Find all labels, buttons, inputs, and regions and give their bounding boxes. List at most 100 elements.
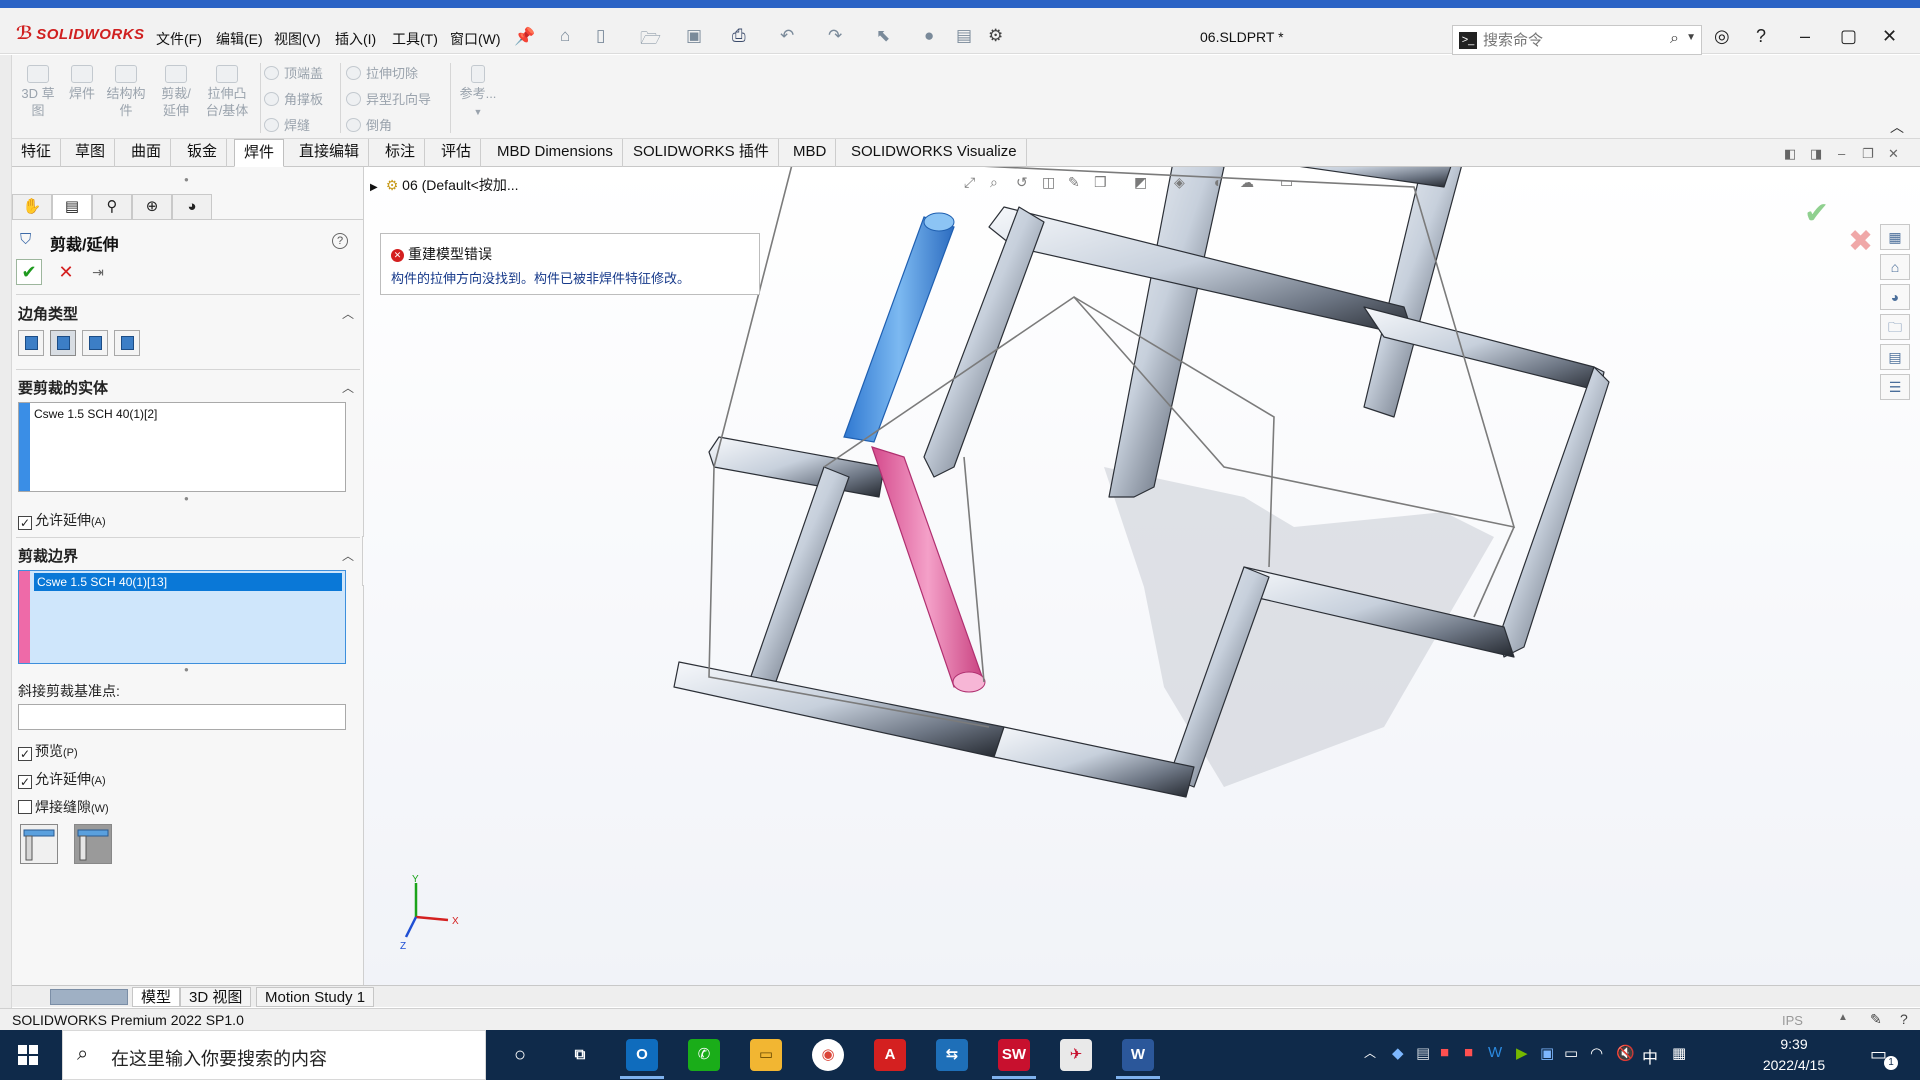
battery-icon[interactable]: ▭ xyxy=(1564,1044,1578,1062)
close-button[interactable]: ✕ xyxy=(1882,26,1897,47)
display-style-icon[interactable]: ◩ xyxy=(1134,174,1147,191)
keep-visible-pin-icon[interactable]: ⇥ xyxy=(86,259,110,285)
tab-surfaces[interactable]: 曲面 xyxy=(122,139,172,167)
user-account-icon[interactable]: ◎ xyxy=(1714,26,1730,47)
solidworks-rx-icon[interactable]: ■ xyxy=(1464,1044,1473,1061)
ribbon-structural-member-button[interactable]: 结构构件 xyxy=(106,65,146,119)
confirm-ok-icon[interactable]: ✔ xyxy=(1804,196,1829,231)
custom-properties-icon[interactable]: ☰ xyxy=(1880,374,1910,400)
list-item[interactable]: Cswe 1.5 SCH 40(1)[2] xyxy=(34,407,157,421)
ime-language[interactable]: 中 xyxy=(1642,1044,1658,1068)
pin-menu-icon[interactable]: 📌 xyxy=(514,27,535,47)
zoom-to-area-icon[interactable]: ⌕ xyxy=(990,174,998,191)
edit-appearance-icon[interactable]: ◐ xyxy=(1214,174,1222,190)
save-icon[interactable]: ▣ xyxy=(686,26,702,46)
chrome-icon[interactable]: ◉ xyxy=(812,1039,844,1071)
menu-window[interactable]: 窗口(W) xyxy=(450,29,501,49)
previous-view-icon[interactable]: ↺ xyxy=(1016,174,1028,191)
ribbon-gusset-button[interactable]: 角撑板 xyxy=(264,89,323,108)
menu-insert[interactable]: 插入(I) xyxy=(335,29,376,49)
volume-muted-icon[interactable]: 🔇 xyxy=(1616,1044,1635,1062)
bodies-to-trim-list[interactable]: Cswe 1.5 SCH 40(1)[2] xyxy=(18,402,346,492)
nvidia-icon[interactable]: ▶ xyxy=(1516,1044,1528,1062)
ribbon-end-cap-button[interactable]: 顶端盖 xyxy=(264,63,323,82)
tile-left-icon[interactable]: ◧ xyxy=(1784,146,1796,162)
view-orientation-icon[interactable]: ❒ xyxy=(1094,174,1107,191)
list-item-selected[interactable]: Cswe 1.5 SCH 40(1)[13] xyxy=(34,573,342,591)
miter-trim-base-field[interactable] xyxy=(18,704,346,730)
appearances-icon[interactable]: ◕ xyxy=(1880,284,1910,310)
tab-mbd-dimensions[interactable]: MBD Dimensions xyxy=(488,139,623,167)
wechat-icon[interactable]: ✆ xyxy=(688,1039,720,1071)
weld-gap-checkbox[interactable]: 焊接缝隙(W) xyxy=(18,797,109,817)
rebuild-icon[interactable]: ● xyxy=(924,26,934,46)
allow-extension-boundary-checkbox[interactable]: ✓ 允许延伸(A) xyxy=(18,769,106,789)
end-butt2-icon[interactable] xyxy=(114,330,140,356)
tab-weldments[interactable]: 焊件 xyxy=(234,139,285,167)
ribbon-extruded-boss-button[interactable]: 拉伸凸 台/基体 xyxy=(202,65,252,119)
word-icon[interactable]: W xyxy=(1122,1039,1154,1071)
tab-solidworks-addins[interactable]: SOLIDWORKS 插件 xyxy=(624,139,779,167)
tree-root-label[interactable]: 06 (Default<按加... xyxy=(402,177,518,193)
help-circle-icon[interactable]: ? xyxy=(1900,1011,1908,1027)
tile-right-icon[interactable]: ◨ xyxy=(1810,146,1822,162)
ok-button[interactable]: ✔ xyxy=(16,259,42,285)
end-butt1-icon[interactable] xyxy=(82,330,108,356)
maximize-button[interactable]: ▢ xyxy=(1840,26,1857,47)
ribbon-hole-wizard-button[interactable]: 异型孔向导 xyxy=(346,89,431,108)
unit-system[interactable]: IPS xyxy=(1782,1013,1803,1028)
open-file-icon[interactable]: 🗁 xyxy=(640,26,661,55)
pm-help-icon[interactable]: ? xyxy=(332,233,348,249)
taskbar-search-box[interactable]: ⌕ 在这里输入你要搜索的内容 xyxy=(62,1030,486,1080)
displaymanager-tab-icon[interactable]: ◕ xyxy=(172,194,212,220)
undo-icon[interactable]: ↶ xyxy=(780,26,794,46)
tab-evaluate[interactable]: 评估 xyxy=(432,139,482,167)
solidworks-visualize-icon[interactable]: ✈ xyxy=(1060,1039,1092,1071)
tab-model[interactable]: 模型 xyxy=(132,987,181,1007)
flyout-feature-tree[interactable]: ▶ ⚙ 06 (Default<按加... xyxy=(370,175,518,195)
end-trim-icon[interactable] xyxy=(18,330,44,356)
panel-grip[interactable]: ● xyxy=(184,175,189,184)
allow-extension-checkbox[interactable]: ✓ 允许延伸(A) xyxy=(18,510,106,530)
tab-markup[interactable]: 标注 xyxy=(376,139,426,167)
options-gear-icon[interactable]: ⚙ xyxy=(988,26,1003,46)
tab-3d-views[interactable]: 3D 视图 xyxy=(180,987,252,1007)
solidworks-resources-icon[interactable]: ▦ xyxy=(1880,224,1910,250)
expand-arrow-icon[interactable]: ▶ xyxy=(370,182,378,193)
tray-overflow-icon[interactable]: ︿ xyxy=(1364,1044,1376,1061)
new-document-icon[interactable]: ▯ xyxy=(596,26,605,46)
cancel-button[interactable]: ✕ xyxy=(54,259,78,285)
solidworks-logo[interactable]: ℬ SOLIDWORKS xyxy=(16,23,145,44)
dimxpertmanager-tab-icon[interactable]: ⊕ xyxy=(132,194,172,220)
list-resize-grip[interactable]: ● xyxy=(184,494,189,503)
menu-view[interactable]: 视图(V) xyxy=(274,29,321,49)
task-view-icon[interactable]: ⧉ xyxy=(564,1039,596,1071)
wifi-icon[interactable]: ◠ xyxy=(1590,1044,1603,1062)
search-commands-box[interactable]: >_ ⌕ ▼ xyxy=(1452,25,1702,55)
home-taskpane-icon[interactable]: ⌂ xyxy=(1880,254,1910,280)
end-miter-icon[interactable] xyxy=(50,330,76,356)
tab-direct-editing[interactable]: 直接编辑 xyxy=(290,139,370,167)
chevron-down-icon[interactable]: ▼ xyxy=(1686,32,1696,43)
apply-scene-icon[interactable]: ☁ xyxy=(1240,174,1254,191)
doc-minimize-button[interactable]: – xyxy=(1838,146,1845,161)
tab-sheet-metal[interactable]: 钣金 xyxy=(178,139,228,167)
home-icon[interactable]: ⌂ xyxy=(560,26,570,46)
trim-boundary-collapse-icon[interactable]: ︿ xyxy=(342,547,354,564)
outlook-icon[interactable]: O xyxy=(626,1039,658,1071)
planar-trim-icon[interactable] xyxy=(20,824,58,864)
doc-restore-button[interactable]: ❐ xyxy=(1862,146,1874,162)
tab-solidworks-visualize[interactable]: SOLIDWORKS Visualize xyxy=(842,139,1027,167)
corner-type-collapse-icon[interactable]: ︿ xyxy=(342,305,354,322)
file-explorer-taskbar-icon[interactable]: ▭ xyxy=(750,1039,782,1071)
view-palette-icon[interactable]: ▤ xyxy=(1880,344,1910,370)
file-explorer-icon[interactable]: 🗀 xyxy=(1880,314,1910,340)
ribbon-extruded-cut-button[interactable]: 拉伸切除 xyxy=(346,63,418,82)
bodies-to-trim-collapse-icon[interactable]: ︿ xyxy=(342,379,354,396)
file-properties-icon[interactable]: ▤ xyxy=(956,26,972,46)
tray-app-icon[interactable]: ▤ xyxy=(1416,1044,1430,1062)
acrobat-icon[interactable]: A xyxy=(874,1039,906,1071)
select-pointer-icon[interactable]: ⬉ xyxy=(876,26,890,46)
solidworks-tray-icon[interactable]: ■ xyxy=(1440,1044,1449,1061)
tab-features[interactable]: 特征 xyxy=(12,139,62,167)
